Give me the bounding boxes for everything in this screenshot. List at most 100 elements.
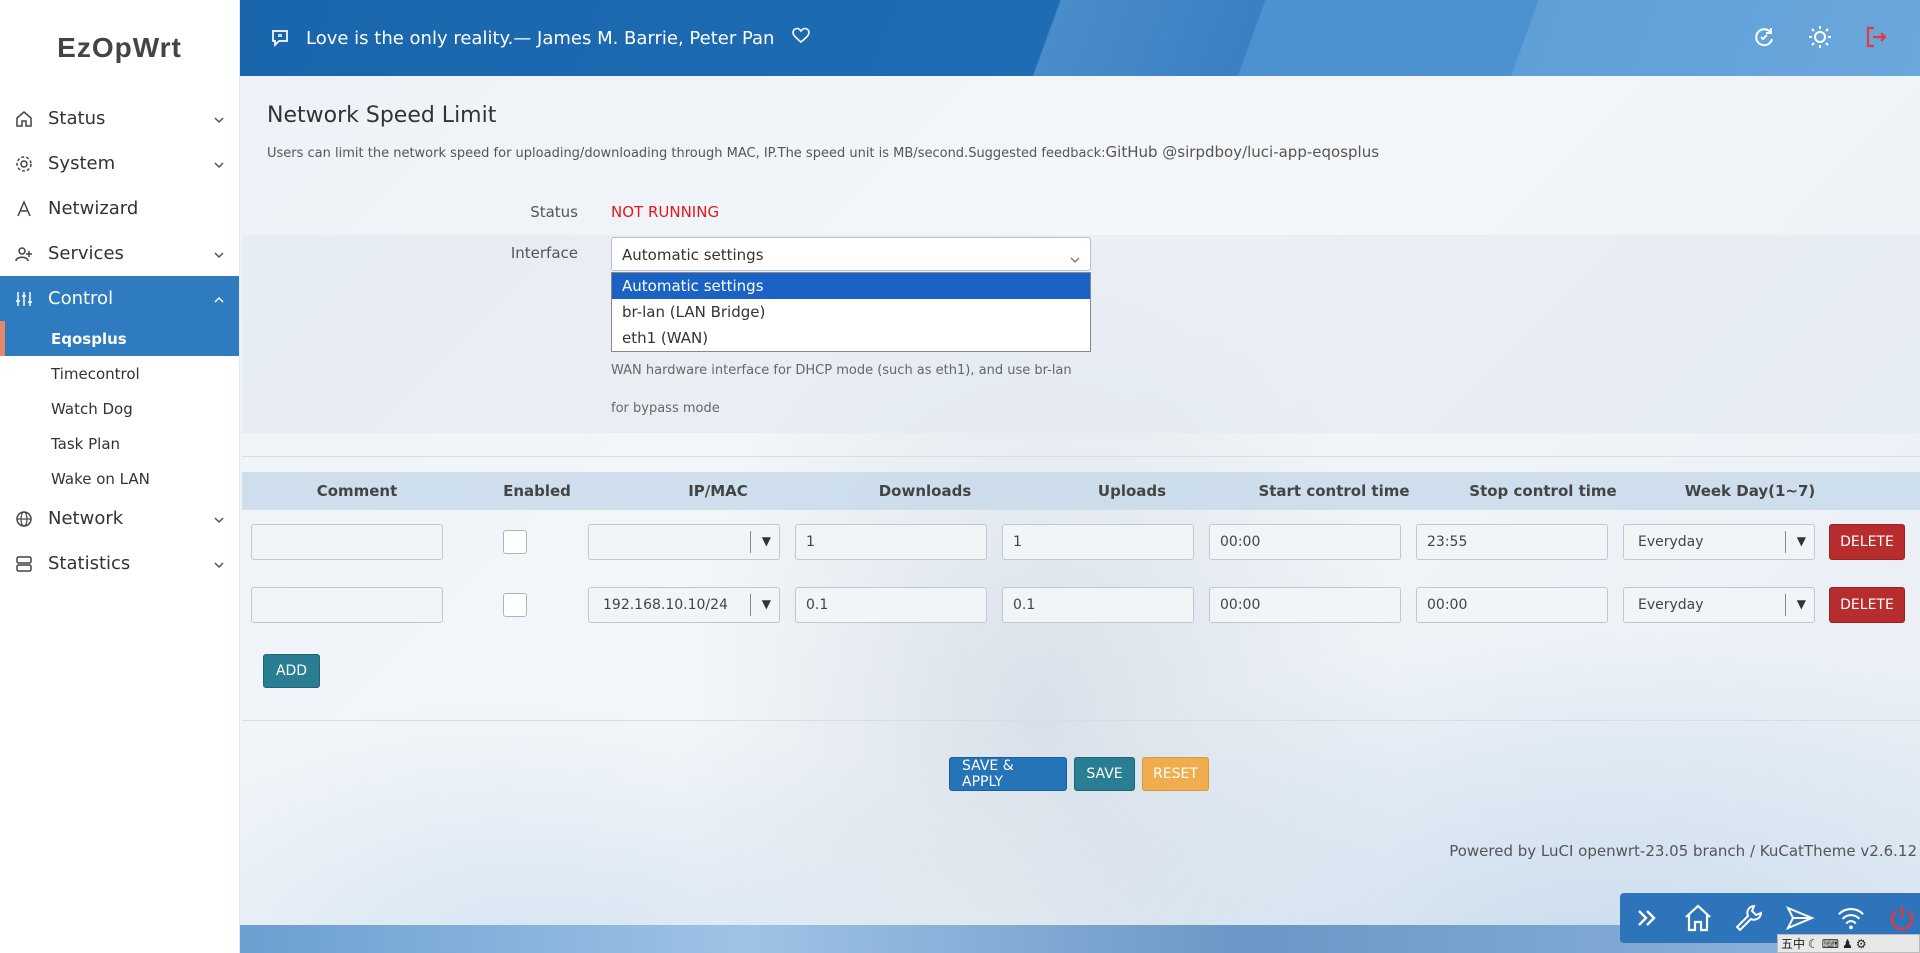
start-time-input[interactable]: 00:00 (1209, 524, 1401, 560)
column-header: Week Day(1~7) (1684, 482, 1816, 500)
weekday-select[interactable]: Everyday ▼ (1623, 524, 1815, 560)
downloads-input[interactable]: 0.1 (795, 587, 987, 623)
gear-icon (14, 154, 34, 174)
wrench-icon[interactable] (1734, 903, 1764, 933)
table-row: ▼ 1 1 00:00 23:55 Everyday ▼ DELETE (240, 524, 1920, 574)
uploads-input[interactable]: 0.1 (1002, 587, 1194, 623)
home-icon (14, 109, 34, 129)
stop-time-input[interactable]: 00:00 (1416, 587, 1608, 623)
interface-option[interactable]: eth1 (WAN) (612, 325, 1090, 351)
chevron-down-icon (213, 245, 225, 266)
save-button[interactable]: SAVE (1074, 757, 1135, 791)
logout-icon[interactable] (1862, 23, 1890, 51)
comment-icon (270, 28, 290, 48)
reset-button[interactable]: RESET (1142, 757, 1209, 791)
start-time-input[interactable]: 00:00 (1209, 587, 1401, 623)
enabled-checkbox[interactable] (503, 593, 527, 617)
table-header: Comment Enabled IP/MAC Downloads Uploads… (242, 472, 1920, 510)
double-chevron-right-icon[interactable] (1632, 903, 1662, 933)
enabled-checkbox[interactable] (503, 530, 527, 554)
user-plus-icon (14, 244, 34, 264)
triangle-down-icon: ▼ (761, 534, 771, 548)
sidebar-item-label: System (48, 153, 116, 174)
interface-select[interactable]: Automatic settings (611, 237, 1091, 271)
sidebar-subitem-wakeonlan[interactable]: Wake on LAN (0, 461, 239, 496)
status-value: NOT RUNNING (611, 203, 720, 221)
interface-dropdown: Automatic settings br-lan (LAN Bridge) e… (611, 272, 1091, 352)
chevron-down-icon (1070, 250, 1080, 268)
sidebar-item-system[interactable]: System (0, 141, 239, 186)
sidebar-item-services[interactable]: Services (0, 231, 239, 276)
wifi-icon[interactable] (1836, 903, 1866, 933)
sidebar-item-control[interactable]: Control (0, 276, 239, 321)
sidebar-subitem-timecontrol[interactable]: Timecontrol (0, 356, 239, 391)
combo-divider (750, 594, 751, 616)
sidebar-item-status[interactable]: Status (0, 96, 239, 141)
ime-indicator[interactable]: 五中 (1781, 935, 1805, 952)
globe-icon (14, 509, 34, 529)
keyboard-icon[interactable]: ⌨ (1822, 937, 1839, 951)
power-icon[interactable] (1887, 903, 1917, 933)
interface-option[interactable]: Automatic settings (612, 273, 1090, 299)
sidebar-subitem-watchdog[interactable]: Watch Dog (0, 391, 239, 426)
column-header: Comment (316, 482, 398, 500)
sidebar-item-label: Statistics (48, 553, 131, 574)
send-icon[interactable] (1785, 903, 1815, 933)
ipmac-value: 192.168.10.10/24 (603, 597, 728, 613)
table-row: 192.168.10.10/24 ▼ 0.1 0.1 00:00 00:00 E… (240, 587, 1920, 637)
divider (242, 720, 1920, 721)
status-label: Status (530, 203, 578, 221)
delete-button[interactable]: DELETE (1829, 587, 1905, 623)
chevron-down-icon (213, 155, 225, 176)
weekday-value: Everyday (1638, 534, 1704, 550)
column-header: Enabled (503, 482, 571, 500)
uploads-input[interactable]: 1 (1002, 524, 1194, 560)
interface-option[interactable]: br-lan (LAN Bridge) (612, 299, 1090, 325)
downloads-input[interactable]: 1 (795, 524, 987, 560)
wizard-icon (14, 199, 34, 219)
person-icon[interactable]: ♟ (1842, 937, 1853, 951)
sidebar-item-label: Status (48, 108, 106, 129)
description-text: Users can limit the network speed for up… (267, 146, 1106, 161)
heart-icon[interactable] (792, 27, 811, 49)
chevron-up-icon (213, 290, 225, 311)
sun-icon[interactable] (1806, 23, 1834, 51)
combo-divider (750, 531, 751, 553)
sidebar-item-label: Netwizard (48, 198, 139, 219)
home-icon[interactable] (1683, 903, 1713, 933)
comment-input[interactable] (251, 524, 443, 560)
combo-divider (1785, 531, 1786, 553)
sidebar-item-network[interactable]: Network (0, 496, 239, 541)
top-header: Love is the only reality.— James M. Barr… (240, 0, 1920, 76)
sidebar: EzOpWrt Status System Netwizard Services… (0, 0, 240, 953)
sidebar-subitem-taskplan[interactable]: Task Plan (0, 426, 239, 461)
weekday-value: Everyday (1638, 597, 1704, 613)
sidebar-item-statistics[interactable]: Statistics (0, 541, 239, 586)
interface-label: Interface (510, 244, 578, 262)
database-icon (14, 554, 34, 574)
sidebar-item-label: Network (48, 508, 124, 529)
delete-button[interactable]: DELETE (1829, 524, 1905, 560)
column-header: Downloads (878, 482, 972, 500)
ipmac-combobox[interactable]: ▼ (588, 524, 780, 560)
interface-select-value: Automatic settings (622, 246, 764, 264)
column-header: IP/MAC (688, 482, 748, 500)
chevron-down-icon (213, 510, 225, 531)
sidebar-item-netwizard[interactable]: Netwizard (0, 186, 239, 231)
divider (242, 456, 1920, 457)
brand-logo[interactable]: EzOpWrt (0, 0, 239, 96)
feedback-link[interactable]: GitHub @sirpdboy/luci-app-eqosplus (1106, 143, 1379, 161)
comment-input[interactable] (251, 587, 443, 623)
system-tray: 五中 ☾ ⌨ ♟ ⚙ (1777, 934, 1920, 953)
header-quote: Love is the only reality.— James M. Barr… (306, 27, 775, 49)
page-description: Users can limit the network speed for up… (267, 143, 1379, 161)
save-apply-button[interactable]: SAVE & APPLY (949, 757, 1067, 791)
settings-icon[interactable]: ⚙ (1856, 937, 1867, 951)
stop-time-input[interactable]: 23:55 (1416, 524, 1608, 560)
sidebar-subitem-eqosplus[interactable]: Eqosplus (0, 321, 239, 356)
refresh-icon[interactable] (1750, 23, 1778, 51)
ipmac-combobox[interactable]: 192.168.10.10/24 ▼ (588, 587, 780, 623)
weekday-select[interactable]: Everyday ▼ (1623, 587, 1815, 623)
add-button[interactable]: ADD (263, 654, 320, 688)
moon-icon[interactable]: ☾ (1808, 937, 1819, 951)
